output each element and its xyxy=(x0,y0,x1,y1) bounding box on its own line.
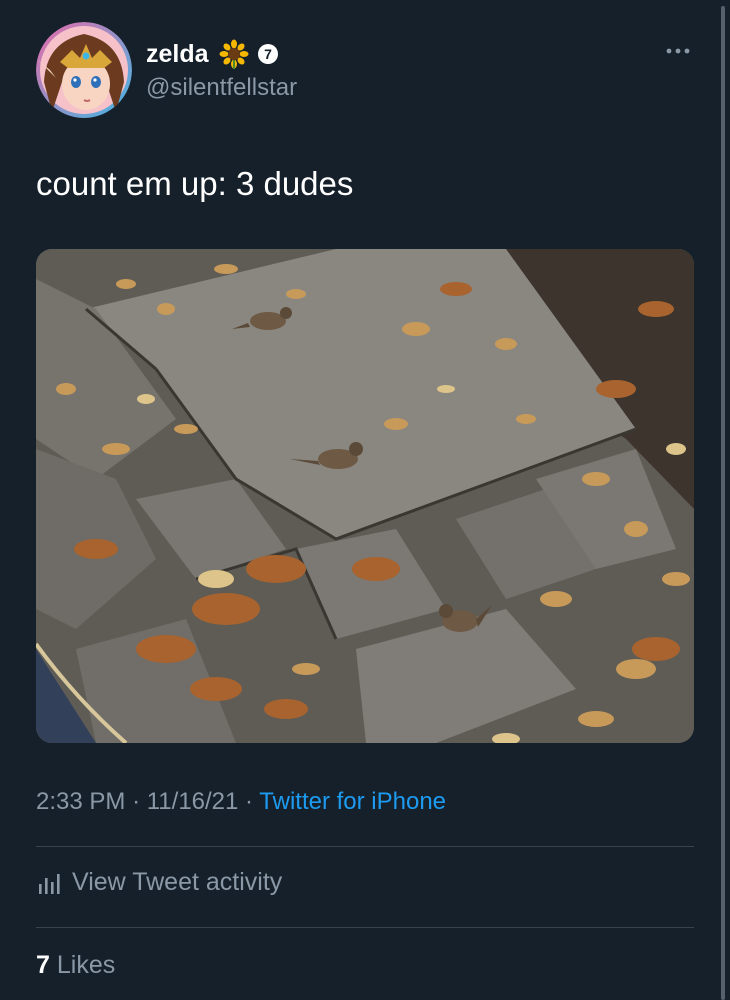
display-name[interactable]: zelda xyxy=(146,40,209,69)
meta-separator: · xyxy=(245,788,254,815)
tweet-text: count em up: 3 dudes xyxy=(36,165,354,202)
view-tweet-activity-label: View Tweet activity xyxy=(72,868,283,896)
tweet-date[interactable]: 11/16/21 xyxy=(147,788,239,815)
likes-count: 7 xyxy=(36,951,50,979)
likes-label: Likes xyxy=(56,951,116,979)
divider xyxy=(36,846,694,847)
likes-link[interactable]: 7 Likes xyxy=(36,951,115,980)
user-info: zelda 7 @silentfellstar xyxy=(146,38,297,102)
avatar[interactable] xyxy=(36,22,132,118)
name-row: zelda 7 xyxy=(146,38,297,70)
tweet-meta: 2:33 PM · 11/16/21 · Twitter for iPhone xyxy=(36,788,446,816)
sparrows-photo-image xyxy=(36,249,694,743)
tweet-source-link[interactable]: Twitter for iPhone xyxy=(259,788,446,815)
scrollbar[interactable] xyxy=(721,6,725,1000)
bar-chart-icon xyxy=(39,873,60,894)
divider xyxy=(36,927,694,928)
tweet-time[interactable]: 2:33 PM xyxy=(36,788,125,815)
user-handle[interactable]: @silentfellstar xyxy=(146,74,297,102)
avatar-image xyxy=(36,22,132,118)
view-tweet-activity-button[interactable]: View Tweet activity xyxy=(36,868,282,897)
sunflower-icon xyxy=(219,39,249,69)
more-options-icon[interactable] xyxy=(664,44,692,58)
meta-separator: · xyxy=(132,788,141,815)
number-7-badge-icon: 7 xyxy=(257,44,278,64)
tweet-header: zelda 7 @silentfellstar xyxy=(36,22,694,122)
badge-number: 7 xyxy=(264,46,272,62)
tweet-photo[interactable] xyxy=(36,249,694,743)
tweet-detail-page: zelda 7 @silentfellstar count em up: 3 d… xyxy=(0,0,730,1000)
